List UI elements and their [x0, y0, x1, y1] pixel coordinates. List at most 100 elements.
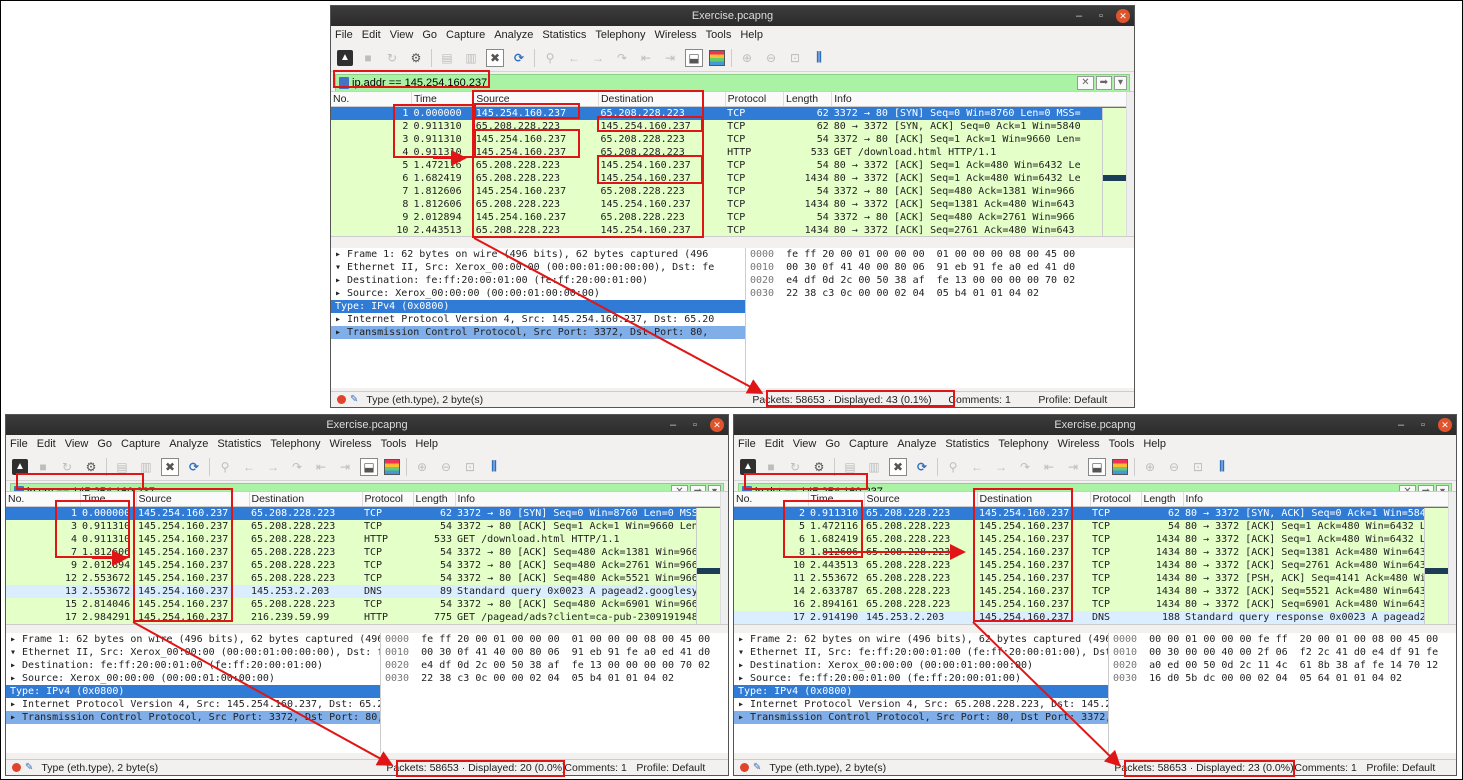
autoscroll-icon[interactable]: ⬓	[1088, 457, 1106, 476]
packet-row[interactable]: 2 0.911310 65.208.228.223 145.254.160.23…	[331, 119, 1134, 133]
detail-tree-item[interactable]: ▾ Ethernet II, Src: Xerox_00:00:00 (00:0…	[6, 646, 380, 659]
menu-wireless[interactable]: Wireless	[330, 438, 372, 450]
expert-info-icon[interactable]	[740, 763, 749, 772]
menu-capture[interactable]: Capture	[849, 438, 888, 450]
hex-row[interactable]: 0020 e4 df 0d 2c 00 50 38 af fe 13 00 00…	[381, 659, 728, 672]
close-icon[interactable]: ✕	[1116, 9, 1130, 23]
menu-file[interactable]: File	[335, 29, 353, 41]
maximize-icon[interactable]: ▫	[688, 418, 702, 432]
packet-row[interactable]: 2 0.911310 65.208.228.223 145.254.160.23…	[734, 506, 1456, 520]
packet-row[interactable]: 10 2.443513 65.208.228.223 145.254.160.2…	[734, 558, 1456, 572]
packet-list-scrollbar[interactable]	[720, 492, 728, 624]
find-packet-icon[interactable]: ⚲	[216, 458, 234, 476]
go-back-icon[interactable]: ←	[968, 458, 986, 476]
hex-row[interactable]: 0030 22 38 c3 0c 00 00 02 04 05 b4 01 01…	[381, 672, 728, 685]
packet-row[interactable]: 8 1.812606 65.208.228.223 145.254.160.23…	[331, 197, 1134, 211]
zoom-in-icon[interactable]: ⊕	[413, 458, 431, 476]
detail-tree-item[interactable]: Type: IPv4 (0x0800)	[331, 300, 745, 313]
column-header-length[interactable]: Length	[1141, 492, 1184, 507]
column-header-protocol[interactable]: Protocol	[1090, 492, 1142, 507]
column-header-source[interactable]: Source	[473, 92, 599, 107]
packet-minimap[interactable]	[696, 508, 720, 624]
menu-tools[interactable]: Tools	[1109, 438, 1135, 450]
menu-help[interactable]: Help	[740, 29, 763, 41]
go-forward-icon[interactable]: →	[589, 49, 607, 67]
packet-row[interactable]: 3 0.911310 145.254.160.237 65.208.228.22…	[6, 519, 728, 533]
detail-tree-item[interactable]: ▾ Ethernet II, Src: fe:ff:20:00:01:00 (f…	[734, 646, 1108, 659]
close-file-icon[interactable]: ✖	[889, 457, 907, 476]
detail-tree-item[interactable]: ▸ Transmission Control Protocol, Src Por…	[734, 711, 1108, 724]
column-header-info[interactable]: Info	[1183, 492, 1456, 507]
zoom-out-icon[interactable]: ⊖	[1165, 458, 1183, 476]
hex-row[interactable]: 0010 00 30 0f 41 40 00 80 06 91 eb 91 fe…	[746, 261, 1134, 274]
packet-row[interactable]: 14 2.633787 65.208.228.223 145.254.160.2…	[734, 584, 1456, 598]
maximize-icon[interactable]: ▫	[1094, 9, 1108, 23]
detail-tree-item[interactable]: ▸ Destination: Xerox_00:00:00 (00:00:01:…	[734, 659, 1108, 672]
zoom-out-icon[interactable]: ⊖	[437, 458, 455, 476]
zoom-reset-icon[interactable]: ⊡	[461, 458, 479, 476]
last-packet-icon[interactable]: ⇥	[336, 458, 354, 476]
packet-row[interactable]: 3 0.911310 145.254.160.237 65.208.228.22…	[331, 132, 1134, 146]
menu-wireless[interactable]: Wireless	[1058, 438, 1100, 450]
menu-edit[interactable]: Edit	[37, 438, 56, 450]
column-header-destination[interactable]: Destination	[598, 92, 726, 107]
open-file-icon[interactable]: ▤	[113, 458, 131, 476]
minimize-icon[interactable]: –	[1394, 418, 1408, 432]
menu-statistics[interactable]: Statistics	[945, 438, 989, 450]
column-header-no[interactable]: No.	[331, 92, 412, 107]
capture-comment-icon[interactable]: ✎	[350, 394, 358, 405]
menu-telephony[interactable]: Telephony	[595, 29, 645, 41]
restart-capture-icon[interactable]: ↻	[58, 458, 76, 476]
menu-tools[interactable]: Tools	[381, 438, 407, 450]
resize-columns-icon[interactable]: ⫼	[1213, 458, 1231, 476]
save-file-icon[interactable]: ▥	[462, 49, 480, 67]
stop-capture-icon[interactable]: ■	[359, 49, 377, 67]
shark-fin-start-icon[interactable]: ▲	[12, 458, 28, 475]
packet-row[interactable]: 20 3.374852 65.208.228.223 145.254.160.2…	[734, 623, 1456, 624]
clear-filter-icon[interactable]: ✕	[1077, 76, 1094, 90]
bookmark-icon[interactable]	[339, 77, 349, 89]
minimize-icon[interactable]: –	[1072, 9, 1086, 23]
go-to-packet-icon[interactable]: ↷	[1016, 458, 1034, 476]
packet-row[interactable]: 12 2.553672 145.254.160.237 65.208.228.2…	[6, 571, 728, 585]
packet-row[interactable]: 7 1.812606 145.254.160.237 65.208.228.22…	[331, 184, 1134, 198]
hex-row[interactable]: 0030 22 38 c3 0c 00 00 02 04 05 b4 01 01…	[746, 287, 1134, 300]
reload-file-icon[interactable]: ⟳	[913, 458, 931, 476]
packet-row[interactable]: 15 2.814046 145.254.160.237 65.208.228.2…	[6, 597, 728, 611]
packet-row[interactable]: 1 0.000000 145.254.160.237 65.208.228.22…	[331, 106, 1134, 120]
hex-row[interactable]: 0030 16 d0 5b dc 00 00 02 04 05 64 01 01…	[1109, 672, 1456, 685]
shark-fin-start-icon[interactable]: ▲	[337, 49, 353, 66]
column-header-destination[interactable]: Destination	[977, 492, 1091, 507]
hex-row[interactable]: 0000 00 00 01 00 00 00 fe ff 20 00 01 00…	[1109, 633, 1456, 646]
packet-row[interactable]: 17 2.984291 145.254.160.237 216.239.59.9…	[6, 610, 728, 624]
column-header-no[interactable]: No.	[6, 492, 81, 507]
packet-row[interactable]: 5 1.472116 65.208.228.223 145.254.160.23…	[331, 158, 1134, 172]
column-header-destination[interactable]: Destination	[249, 492, 363, 507]
packet-row[interactable]: 11 2.553672 65.208.228.223 145.254.160.2…	[734, 571, 1456, 585]
colorize-icon[interactable]	[1112, 458, 1128, 475]
close-file-icon[interactable]: ✖	[486, 48, 504, 67]
packet-row[interactable]: 19 3.014334 145.254.160.237 65.208.228.2…	[6, 623, 728, 624]
packet-row[interactable]: 4 0.911310 145.254.160.237 65.208.228.22…	[6, 532, 728, 546]
status-profile[interactable]: Profile: Default	[1366, 762, 1435, 774]
find-packet-icon[interactable]: ⚲	[541, 49, 559, 67]
zoom-reset-icon[interactable]: ⊡	[1189, 458, 1207, 476]
title-bar[interactable]: Exercise.pcapng – ▫ ✕	[6, 415, 728, 435]
go-forward-icon[interactable]: →	[264, 458, 282, 476]
detail-tree-item[interactable]: ▾ Ethernet II, Src: Xerox_00:00:00 (00:0…	[331, 261, 745, 274]
maximize-icon[interactable]: ▫	[1416, 418, 1430, 432]
column-header-time[interactable]: Time	[411, 92, 475, 107]
detail-tree-item[interactable]: ▸ Destination: fe:ff:20:00:01:00 (fe:ff:…	[331, 274, 745, 287]
open-file-icon[interactable]: ▤	[438, 49, 456, 67]
column-header-source[interactable]: Source	[864, 492, 978, 507]
column-header-time[interactable]: Time	[808, 492, 865, 507]
resize-columns-icon[interactable]: ⫼	[810, 49, 828, 67]
detail-tree-item[interactable]: ▸ Frame 1: 62 bytes on wire (496 bits), …	[6, 633, 380, 646]
go-back-icon[interactable]: ←	[240, 458, 258, 476]
detail-tree-item[interactable]: Type: IPv4 (0x0800)	[6, 685, 380, 698]
packet-row[interactable]: 16 2.894161 65.208.228.223 145.254.160.2…	[734, 597, 1456, 611]
menu-view[interactable]: View	[390, 29, 414, 41]
column-header-info[interactable]: Info	[831, 92, 1134, 107]
menu-analyze[interactable]: Analyze	[494, 29, 533, 41]
packet-minimap[interactable]	[1424, 508, 1448, 624]
